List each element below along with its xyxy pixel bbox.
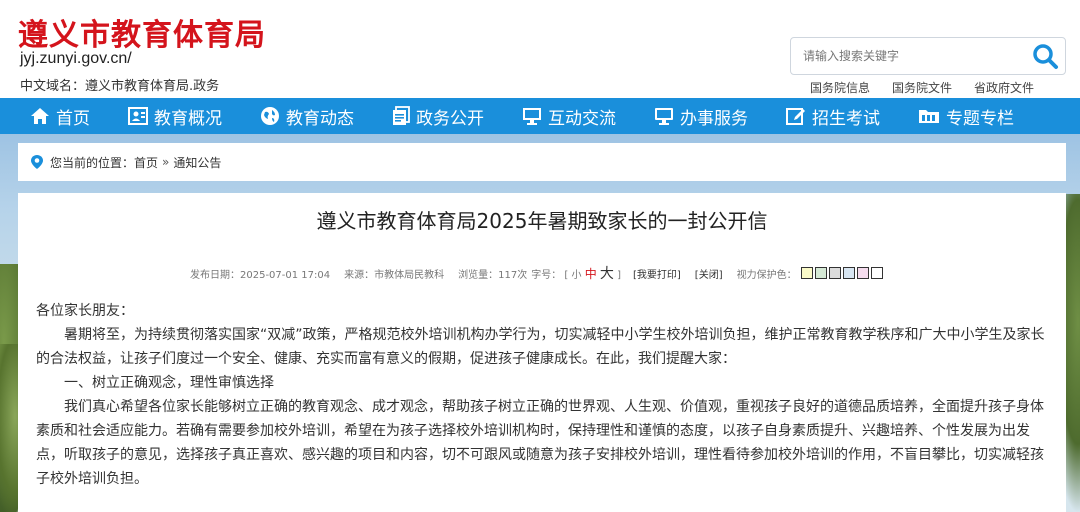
search-input[interactable] <box>803 38 1023 74</box>
close-button[interactable]: [关闭] <box>695 266 723 281</box>
nav-item-interaction[interactable]: 互动交流 <box>522 98 616 134</box>
nav-item-label: 办事服务 <box>680 108 748 129</box>
eye-color-swatch[interactable] <box>856 267 869 279</box>
font-size-medium-button[interactable]: 中 <box>585 267 597 281</box>
nav-item-label: 招生考试 <box>812 108 880 129</box>
nav-item-home[interactable]: 首页 <box>30 98 90 134</box>
monitor-icon <box>523 108 541 125</box>
document-icon <box>393 106 410 125</box>
article-title: 遵义市教育体育局2025年暑期致家长的一封公开信 <box>316 209 768 233</box>
font-size-close-bracket: ] <box>617 270 621 281</box>
eye-color-swatch[interactable] <box>870 267 883 279</box>
folder-icon <box>919 110 939 123</box>
nav-item-label: 教育概况 <box>154 108 222 129</box>
site-cn-domain: 中文域名：遵义市教育体育局.政务 <box>20 79 220 94</box>
font-size-label: 字号： <box>531 270 562 281</box>
eye-protect-swatches <box>800 267 883 279</box>
search-icon <box>1033 44 1058 69</box>
article-panel: 遵义市教育体育局2025年暑期致家长的一封公开信 发布日期：2025-07-01… <box>18 193 1066 512</box>
article-paragraph: 我们真心希望各位家长能够树立正确的教育观念、成才观念，帮助孩子树立正确的世界观、… <box>36 399 1044 487</box>
article-paragraph: 暑期将至，为持续贯彻落实国家“双减”政策，严格规范校外培训机构办学行为，切实减轻… <box>36 327 1045 367</box>
print-button[interactable]: [我要打印] <box>633 266 681 281</box>
breadcrumb-separator: » <box>162 155 170 169</box>
eye-color-swatch[interactable] <box>800 267 813 279</box>
eye-color-swatch[interactable] <box>842 267 855 279</box>
nav-item-special-topics[interactable]: 专题专栏 <box>918 98 1014 134</box>
location-pin-icon <box>31 155 43 169</box>
quick-links: 国务院信息 国务院文件 省政府文件 <box>810 79 1034 96</box>
nav-item-label: 教育动态 <box>286 108 354 129</box>
font-size-small-button[interactable]: 小 <box>572 270 582 281</box>
nav-item-services[interactable]: 办事服务 <box>654 98 748 134</box>
globe-icon <box>261 107 279 125</box>
font-size-large-button[interactable]: 大 <box>600 266 614 282</box>
breadcrumb: 您当前的位置： 首页 » 通知公告 <box>18 143 1066 181</box>
main-nav: 首页 教育概况 教育动态 政务公开 互动交流 办事服务 招生考试 专题专栏 <box>0 98 1080 134</box>
desktop-icon <box>655 108 673 125</box>
site-header: 遵义市教育体育局 jyj.zunyi.gov.cn/ 中文域名：遵义市教育体育局… <box>0 0 1080 98</box>
breadcrumb-home-link[interactable]: 首页 <box>134 154 158 171</box>
article-section-heading: 一、树立正确观念，理性审慎选择 <box>64 375 274 391</box>
nav-item-government-affairs[interactable]: 政务公开 <box>392 98 484 134</box>
eye-color-swatch[interactable] <box>828 267 841 279</box>
breadcrumb-prefix: 您当前的位置： <box>50 155 135 170</box>
nav-item-label: 政务公开 <box>416 108 484 129</box>
home-icon <box>31 108 49 124</box>
site-domain: jyj.zunyi.gov.cn/ <box>20 50 132 67</box>
article-meta: 发布日期：2025-07-01 17:04 来源：市教体局民教科 浏览量：117… <box>190 263 883 283</box>
nav-item-admissions[interactable]: 招生考试 <box>786 98 880 134</box>
publish-date: 发布日期：2025-07-01 17:04 <box>190 269 331 281</box>
nav-item-label: 互动交流 <box>548 108 616 129</box>
search-button[interactable] <box>1031 42 1059 70</box>
breadcrumb-notices-link[interactable]: 通知公告 <box>173 154 221 171</box>
eye-protect-label: 视力保护色： <box>736 269 797 281</box>
quick-link-state-council-docs[interactable]: 国务院文件 <box>892 79 952 96</box>
eye-color-swatch[interactable] <box>814 267 827 279</box>
font-size-control: 字号： [ 小 中 大 ] <box>531 263 621 283</box>
quick-link-state-council-info[interactable]: 国务院信息 <box>810 79 870 96</box>
view-count: 浏览量：117次 <box>458 269 528 281</box>
edit-icon <box>786 108 805 125</box>
article-salutation: 各位家长朋友： <box>36 303 134 319</box>
nav-item-education-overview[interactable]: 教育概况 <box>128 98 222 134</box>
nav-item-education-news[interactable]: 教育动态 <box>260 98 354 134</box>
article-source: 来源：市教体局民教科 <box>344 269 445 281</box>
nav-item-label: 专题专栏 <box>946 108 1014 129</box>
search-box <box>790 37 1066 75</box>
profile-icon <box>128 107 148 125</box>
site-title[interactable]: 遵义市教育体育局 <box>18 10 266 54</box>
font-size-open-bracket: [ <box>564 270 569 281</box>
quick-link-provincial-docs[interactable]: 省政府文件 <box>974 79 1034 96</box>
nav-item-label: 首页 <box>56 108 90 129</box>
article-body: 各位家长朋友： 暑期将至，为持续贯彻落实国家“双减”政策，严格规范校外培训机构办… <box>36 299 1046 491</box>
